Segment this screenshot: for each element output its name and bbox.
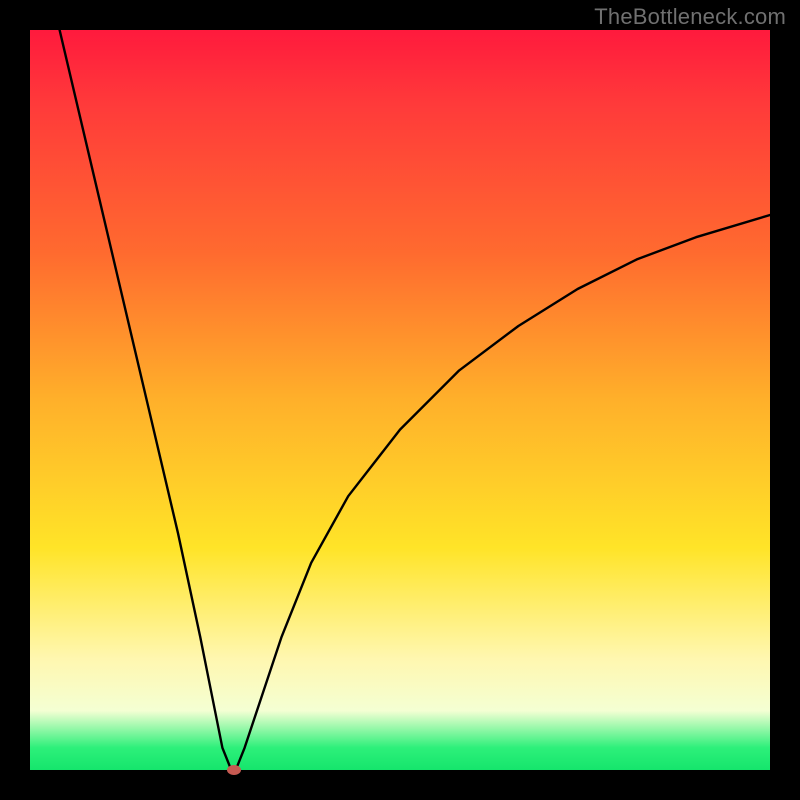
attribution-text: TheBottleneck.com <box>594 4 786 30</box>
chart-frame: TheBottleneck.com <box>0 0 800 800</box>
plot-area <box>30 30 770 770</box>
curve-path <box>60 30 770 770</box>
bottleneck-curve <box>30 30 770 770</box>
minimum-marker <box>227 765 241 775</box>
